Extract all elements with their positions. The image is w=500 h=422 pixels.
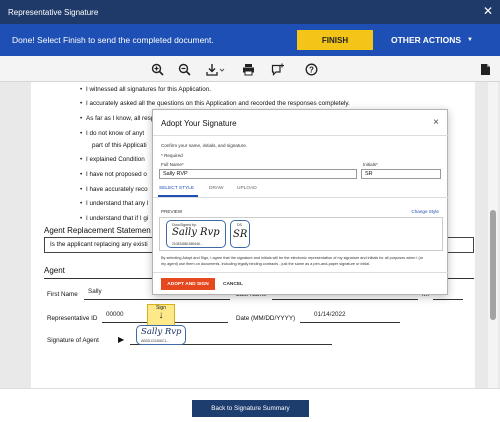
chevron-down-icon: ▼ (467, 37, 473, 43)
other-actions-menu[interactable]: OTHER ACTIONS ▼ (391, 30, 473, 50)
add-comment-icon[interactable] (270, 62, 284, 76)
initials-preview-block: DS SR (230, 220, 250, 248)
action-banner: Done! Select Finish to send the complete… (0, 24, 500, 56)
doc-bullet: I have accurately reco (80, 186, 148, 193)
adopt-signature-dialog: Adopt Your Signature × Confirm your name… (152, 109, 449, 295)
close-icon[interactable]: × (433, 117, 439, 128)
tab-select-style[interactable]: SELECT STYLE (159, 186, 194, 191)
zoom-out-icon[interactable] (177, 62, 191, 76)
document-toolbar: ? (0, 56, 500, 82)
required-note: * Required (161, 153, 183, 158)
first-name-value: Sally (88, 288, 102, 295)
scrollbar-thumb[interactable] (490, 210, 496, 320)
signature-preview-id: 2108348B1569446... (172, 242, 203, 246)
document-icon[interactable] (478, 62, 492, 76)
print-icon[interactable] (241, 62, 255, 76)
legal-text-line: By selecting Adopt and Sign, I agree tha… (161, 256, 424, 260)
rep-id-value: 00000 (106, 311, 124, 318)
date-label: Date (MM/DD/YYYY) (236, 315, 296, 322)
doc-bullet: I witnessed all signatures for this Appl… (80, 86, 211, 93)
banner-message: Done! Select Finish to send the complete… (12, 35, 214, 45)
back-to-summary-button[interactable]: Back to Signature Summary (192, 400, 309, 417)
other-actions-label: OTHER ACTIONS (391, 35, 462, 45)
replacement-question: Is the applicant replacing any existi (50, 241, 148, 248)
footer-bar: Back to Signature Summary (0, 388, 500, 422)
dialog-instructions: Confirm your name, initials, and signatu… (161, 143, 248, 148)
dialog-title: Adopt Your Signature (161, 119, 237, 128)
replacement-heading: Agent Replacement Statemen (44, 226, 151, 235)
adopt-and-sign-button[interactable]: ADOPT AND SIGN (161, 278, 215, 290)
tab-upload[interactable]: UPLOAD (237, 186, 257, 191)
agent-heading: Agent (44, 266, 65, 275)
preview-label: PREVIEW (161, 209, 183, 214)
last-name-underline (272, 299, 418, 300)
signature-preview-block: DocuSigned by: Sally Rvp 2108348B1569446… (166, 220, 226, 248)
cancel-button[interactable]: CANCEL (219, 278, 247, 290)
doc-bullet: I have not proposed o (80, 171, 147, 178)
full-name-label: Full Name* (161, 162, 184, 167)
date-underline (300, 322, 400, 323)
adopted-signature[interactable]: Sally Rvp AB3D123456C1... (136, 325, 186, 345)
doc-bullet: I explained Condition (80, 156, 145, 163)
close-icon[interactable]: ✕ (483, 5, 493, 17)
actions-divider (153, 272, 449, 273)
signature-label: Signature of Agent (47, 337, 99, 344)
tabs-divider (153, 197, 449, 198)
legal-text-line: my agent) use them on documents, includi… (161, 262, 371, 266)
signature-script: Sally Rvp (141, 327, 182, 337)
dialog-divider (153, 135, 449, 136)
signature-preview: DocuSigned by: Sally Rvp 2108348B1569446… (159, 217, 443, 251)
doc-bullet: I understand that if I gi (80, 215, 148, 222)
initials-preview-script: SR (233, 229, 248, 240)
full-name-field[interactable]: Sally RVP (159, 169, 357, 179)
initials-header: DS (237, 223, 242, 227)
signature-preview-script: Sally Rvp (172, 227, 220, 238)
window-titlebar: Representative Signature ✕ (0, 0, 500, 24)
first-name-label: First Name (47, 291, 78, 298)
help-icon[interactable]: ? (304, 62, 318, 76)
date-value: 01/14/2022 (314, 311, 346, 318)
doc-line: part of this Applicati (92, 142, 147, 149)
initials-label: Initials* (363, 162, 378, 167)
zoom-in-icon[interactable] (150, 62, 164, 76)
tab-draw[interactable]: DRAW (209, 186, 223, 191)
doc-bullet: I understand that any l (80, 200, 148, 207)
svg-text:?: ? (309, 65, 314, 74)
initials-field[interactable]: SR (361, 169, 441, 179)
doc-bullet: I do not know of anyt (80, 130, 144, 137)
mi-underline (433, 299, 463, 300)
change-style-link[interactable]: Change Style (411, 209, 439, 214)
pointer-arrow-icon: ▶ (118, 335, 125, 344)
download-icon[interactable] (205, 62, 227, 76)
doc-bullet: I accurately asked all the questions on … (80, 100, 350, 107)
scrollbar[interactable] (488, 82, 498, 388)
rep-id-label: Representative ID (47, 315, 98, 322)
signature-id: AB3D123456C1... (141, 339, 170, 343)
arrow-down-icon: ↓ (158, 310, 164, 321)
finish-button[interactable]: FINISH (297, 30, 373, 50)
window-title: Representative Signature (8, 7, 99, 17)
first-name-underline (84, 299, 230, 300)
